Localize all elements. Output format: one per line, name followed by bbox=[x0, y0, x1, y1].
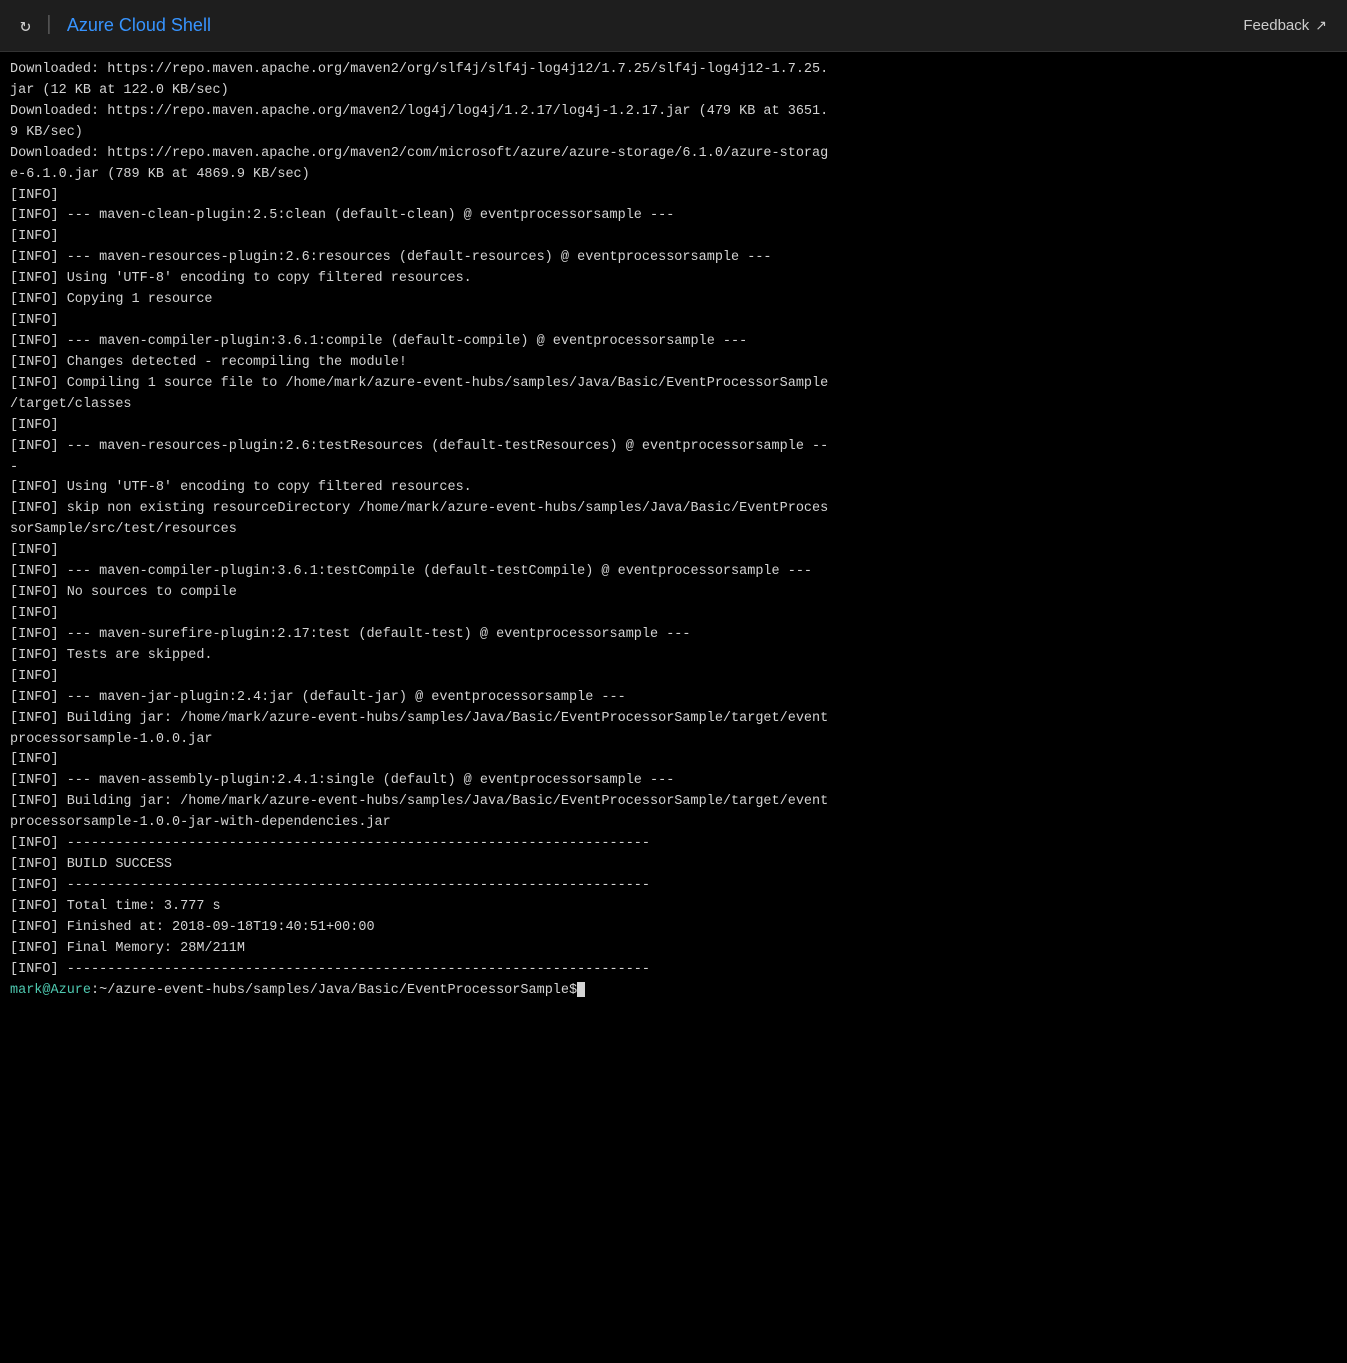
terminal-line: jar (12 KB at 122.0 KB/sec) bbox=[10, 81, 1337, 102]
terminal-line: [INFO] bbox=[10, 750, 1337, 771]
terminal-line: [INFO] Changes detected - recompiling th… bbox=[10, 353, 1337, 374]
terminal-line: [INFO] No sources to compile bbox=[10, 583, 1337, 604]
divider: | bbox=[43, 14, 55, 37]
terminal-line: [INFO] ---------------------------------… bbox=[10, 960, 1337, 981]
terminal-line: processorsample-1.0.0.jar bbox=[10, 730, 1337, 751]
terminal-line: [INFO] skip non existing resourceDirecto… bbox=[10, 499, 1337, 520]
terminal-line: /target/classes bbox=[10, 395, 1337, 416]
terminal-line: 9 KB/sec) bbox=[10, 123, 1337, 144]
terminal-line: Downloaded: https://repo.maven.apache.or… bbox=[10, 144, 1337, 165]
prompt-dollar: $ bbox=[569, 983, 577, 998]
terminal-line: [INFO] --- maven-jar-plugin:2.4:jar (def… bbox=[10, 688, 1337, 709]
terminal-line: [INFO] bbox=[10, 604, 1337, 625]
terminal-line: Downloaded: https://repo.maven.apache.or… bbox=[10, 102, 1337, 123]
app-title: Azure Cloud Shell bbox=[67, 15, 211, 36]
terminal-line: [INFO] bbox=[10, 311, 1337, 332]
terminal-line: [INFO] Compiling 1 source file to /home/… bbox=[10, 374, 1337, 395]
external-link-icon: ↗ bbox=[1315, 17, 1327, 34]
terminal-line: [INFO] --- maven-compiler-plugin:3.6.1:t… bbox=[10, 562, 1337, 583]
feedback-label: Feedback bbox=[1243, 17, 1309, 34]
terminal-line: [INFO] bbox=[10, 416, 1337, 437]
terminal-line: [INFO] bbox=[10, 541, 1337, 562]
terminal-line: sorSample/src/test/resources bbox=[10, 520, 1337, 541]
terminal-line: [INFO] bbox=[10, 667, 1337, 688]
terminal-line: [INFO] Total time: 3.777 s bbox=[10, 897, 1337, 918]
terminal-line: [INFO] ---------------------------------… bbox=[10, 834, 1337, 855]
prompt-line: mark@Azure:~/azure-event-hubs/samples/Ja… bbox=[10, 981, 1337, 1002]
terminal-output[interactable]: Downloaded: https://repo.maven.apache.or… bbox=[0, 52, 1347, 1363]
terminal-line: e-6.1.0.jar (789 KB at 4869.9 KB/sec) bbox=[10, 165, 1337, 186]
terminal-line: [INFO] --- maven-assembly-plugin:2.4.1:s… bbox=[10, 771, 1337, 792]
terminal-line: [INFO] Using 'UTF-8' encoding to copy fi… bbox=[10, 269, 1337, 290]
feedback-button[interactable]: Feedback ↗ bbox=[1243, 17, 1327, 34]
prompt-user: mark@Azure bbox=[10, 983, 91, 998]
terminal-line: [INFO] Copying 1 resource bbox=[10, 290, 1337, 311]
terminal-line: [INFO] --- maven-surefire-plugin:2.17:te… bbox=[10, 625, 1337, 646]
terminal-line: [INFO] Tests are skipped. bbox=[10, 646, 1337, 667]
titlebar-left: ↻ | Azure Cloud Shell bbox=[20, 14, 211, 37]
terminal-line: [INFO] --- maven-clean-plugin:2.5:clean … bbox=[10, 206, 1337, 227]
prompt-path: :~/azure-event-hubs/samples/Java/Basic/E… bbox=[91, 983, 569, 998]
terminal-line: [INFO] bbox=[10, 186, 1337, 207]
terminal-line: [INFO] Building jar: /home/mark/azure-ev… bbox=[10, 709, 1337, 730]
terminal-line: [INFO] --- maven-resources-plugin:2.6:re… bbox=[10, 248, 1337, 269]
terminal-line: [INFO] bbox=[10, 227, 1337, 248]
refresh-icon[interactable]: ↻ bbox=[20, 15, 31, 37]
terminal-line: processorsample-1.0.0-jar-with-dependenc… bbox=[10, 813, 1337, 834]
terminal-line: [INFO] Using 'UTF-8' encoding to copy fi… bbox=[10, 478, 1337, 499]
terminal-line: [INFO] Finished at: 2018-09-18T19:40:51+… bbox=[10, 918, 1337, 939]
terminal-line: [INFO] --- maven-resources-plugin:2.6:te… bbox=[10, 437, 1337, 458]
terminal-line: Downloaded: https://repo.maven.apache.or… bbox=[10, 60, 1337, 81]
terminal-line: - bbox=[10, 458, 1337, 479]
terminal-line: [INFO] Final Memory: 28M/211M bbox=[10, 939, 1337, 960]
titlebar: ↻ | Azure Cloud Shell Feedback ↗ bbox=[0, 0, 1347, 52]
terminal-line: [INFO] Building jar: /home/mark/azure-ev… bbox=[10, 792, 1337, 813]
cursor bbox=[577, 982, 585, 997]
terminal-line: [INFO] ---------------------------------… bbox=[10, 876, 1337, 897]
terminal-line: [INFO] BUILD SUCCESS bbox=[10, 855, 1337, 876]
terminal-line: [INFO] --- maven-compiler-plugin:3.6.1:c… bbox=[10, 332, 1337, 353]
